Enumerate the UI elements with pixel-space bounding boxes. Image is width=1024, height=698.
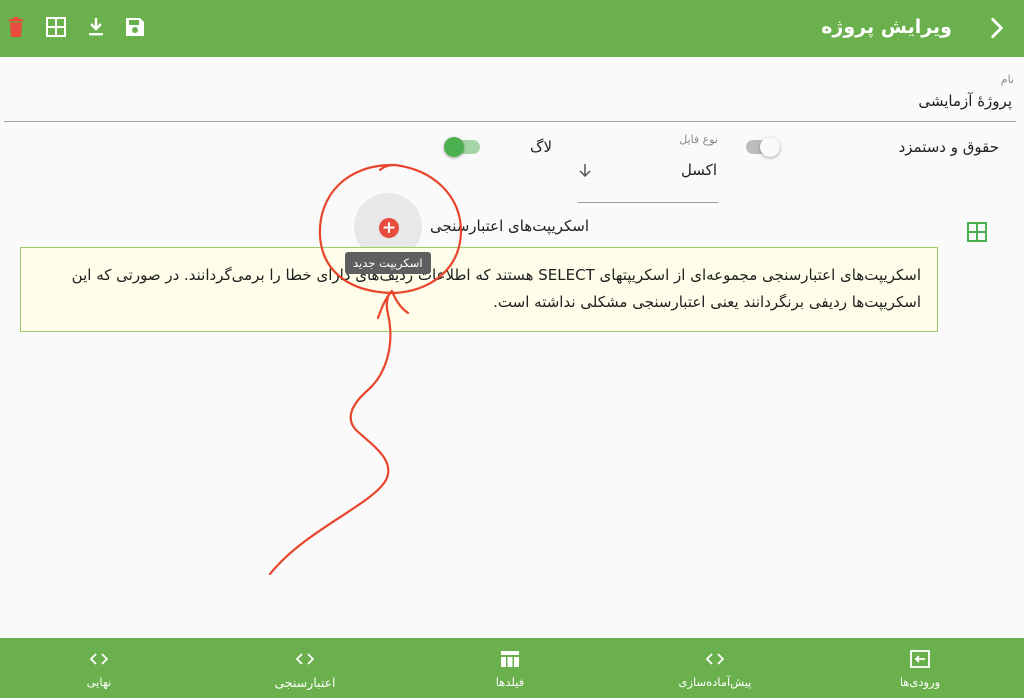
input-icon	[910, 650, 930, 668]
bottom-navigation: ورودی‌ها پیش‌آماده‌سازی فیلدها اعتبارسنج…	[0, 638, 1024, 698]
nav-item-preprocessing[interactable]: پیش‌آماده‌سازی	[650, 638, 780, 698]
validation-scripts-title: اسکریپت‌های اعتبارسنجی	[430, 217, 589, 235]
nav-label: نهایی	[86, 675, 112, 689]
file-type-label: نوع فایل	[679, 133, 718, 146]
add-script-tooltip: اسکریپت جدید	[345, 252, 431, 274]
code-icon	[705, 653, 725, 665]
grid-icon[interactable]	[44, 15, 68, 39]
rights-toggle-knob[interactable]	[760, 137, 780, 157]
nav-label: ورودی‌ها	[899, 675, 941, 689]
app-bar: ویرایش پروژه	[0, 0, 1024, 57]
table-icon	[501, 651, 519, 667]
name-field[interactable]: پروژهٔ آزمایشی	[918, 92, 1012, 110]
save-icon[interactable]	[123, 15, 147, 39]
delete-icon[interactable]	[4, 15, 28, 39]
file-type-underline	[578, 202, 718, 203]
info-text: اسکریپت‌های اعتبارسنجی مجموعه‌ای از اسکر…	[71, 266, 921, 311]
back-icon[interactable]	[984, 15, 1010, 41]
rights-label: حقوق و دستمزد	[898, 138, 999, 156]
name-field-underline	[4, 121, 1016, 122]
log-toggle-knob[interactable]	[444, 137, 464, 157]
nav-label: فیلدها	[495, 675, 525, 689]
arrow-down-icon[interactable]	[578, 162, 592, 178]
download-icon[interactable]	[84, 15, 108, 39]
nav-item-final[interactable]: نهایی	[34, 638, 164, 698]
file-type-select[interactable]: اکسل	[681, 161, 717, 179]
info-box: اسکریپت‌های اعتبارسنجی مجموعه‌ای از اسکر…	[20, 247, 938, 332]
page-title: ویرایش پروژه	[821, 16, 952, 38]
annotation-arrow	[268, 289, 410, 576]
nav-label: اعتبارسنجی	[274, 675, 336, 690]
nav-item-inputs[interactable]: ورودی‌ها	[855, 638, 985, 698]
nav-item-validation[interactable]: اعتبارسنجی	[240, 638, 370, 698]
name-field-label: نام	[1000, 73, 1014, 86]
add-circle-icon[interactable]: +	[379, 218, 399, 238]
annotation-overlay	[268, 163, 463, 576]
code-icon	[295, 653, 315, 665]
grid-icon[interactable]	[966, 221, 988, 243]
log-label: لاگ	[530, 138, 552, 156]
nav-label: پیش‌آماده‌سازی	[678, 675, 752, 689]
code-icon	[89, 653, 109, 665]
nav-item-fields[interactable]: فیلدها	[445, 638, 575, 698]
